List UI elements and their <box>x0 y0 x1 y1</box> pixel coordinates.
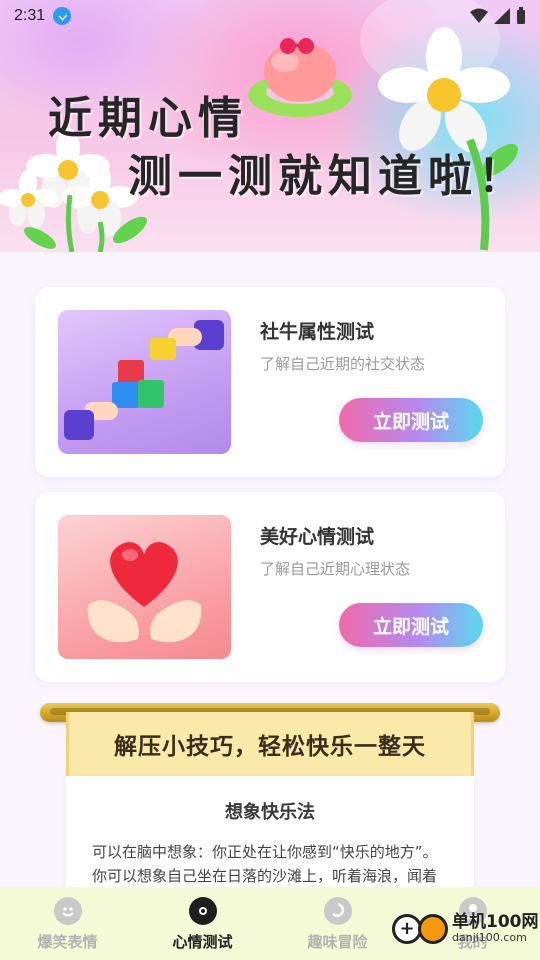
card-title: 社牛属性测试 <box>260 321 375 343</box>
tips-heading: 想象快乐法 <box>225 802 315 823</box>
signal-icon <box>494 8 510 24</box>
watermark-line1: 单机100网 <box>452 912 539 932</box>
card-description: 了解自己近期的社交状态 <box>260 355 426 373</box>
watermark: + 单机100网 danji100.com <box>392 913 539 944</box>
status-bar: 2:31 <box>0 0 540 32</box>
smile-icon <box>53 897 82 925</box>
nav-label: 爆笑表情 <box>37 933 98 951</box>
nav-label: 心情测试 <box>172 933 233 951</box>
hero-banner: 2:31 近期心情 测一测就知道啦！ <box>0 0 540 252</box>
hero-title-line2: 测一测就知道啦！ <box>128 151 528 202</box>
start-test-button[interactable]: 立即测试 <box>339 603 483 647</box>
flower-icon <box>188 897 217 925</box>
status-icons <box>470 7 526 25</box>
swirl-icon <box>323 897 352 925</box>
tips-banner-title: 解压小技巧，轻松快乐一整天 <box>114 734 426 760</box>
watermark-text: 单机100网 danji100.com <box>452 913 539 944</box>
wifi-icon <box>470 8 488 23</box>
nav-item-adventure[interactable]: 趣味冒险 <box>270 887 405 960</box>
heart-hands-icon <box>87 542 202 643</box>
download-icon <box>53 7 72 25</box>
card-image-puzzle <box>58 310 231 454</box>
tips-banner: 解压小技巧，轻松快乐一整天 <box>66 712 474 776</box>
card-description: 了解自己近期心理状态 <box>260 560 411 578</box>
puzzle-hands-icon <box>64 320 224 440</box>
test-card-social[interactable]: 社牛属性测试 了解自己近期的社交状态 立即测试 <box>35 287 505 477</box>
status-time: 2:31 <box>14 7 46 24</box>
card-title: 美好心情测试 <box>260 526 375 548</box>
test-card-mood[interactable]: 美好心情测试 了解自己近期心理状态 立即测试 <box>35 492 505 682</box>
hero-title-line1: 近期心情 <box>48 93 248 144</box>
card-image-heart <box>58 515 231 659</box>
nav-item-mood-test[interactable]: 心情测试 <box>135 887 270 960</box>
nav-label: 趣味冒险 <box>307 933 368 951</box>
watermark-dot-icon <box>418 913 448 944</box>
start-test-button[interactable]: 立即测试 <box>339 398 483 442</box>
nav-item-emoji[interactable]: 爆笑表情 <box>0 887 135 960</box>
watermark-line2: danji100.com <box>452 931 527 944</box>
battery-icon <box>517 7 525 24</box>
